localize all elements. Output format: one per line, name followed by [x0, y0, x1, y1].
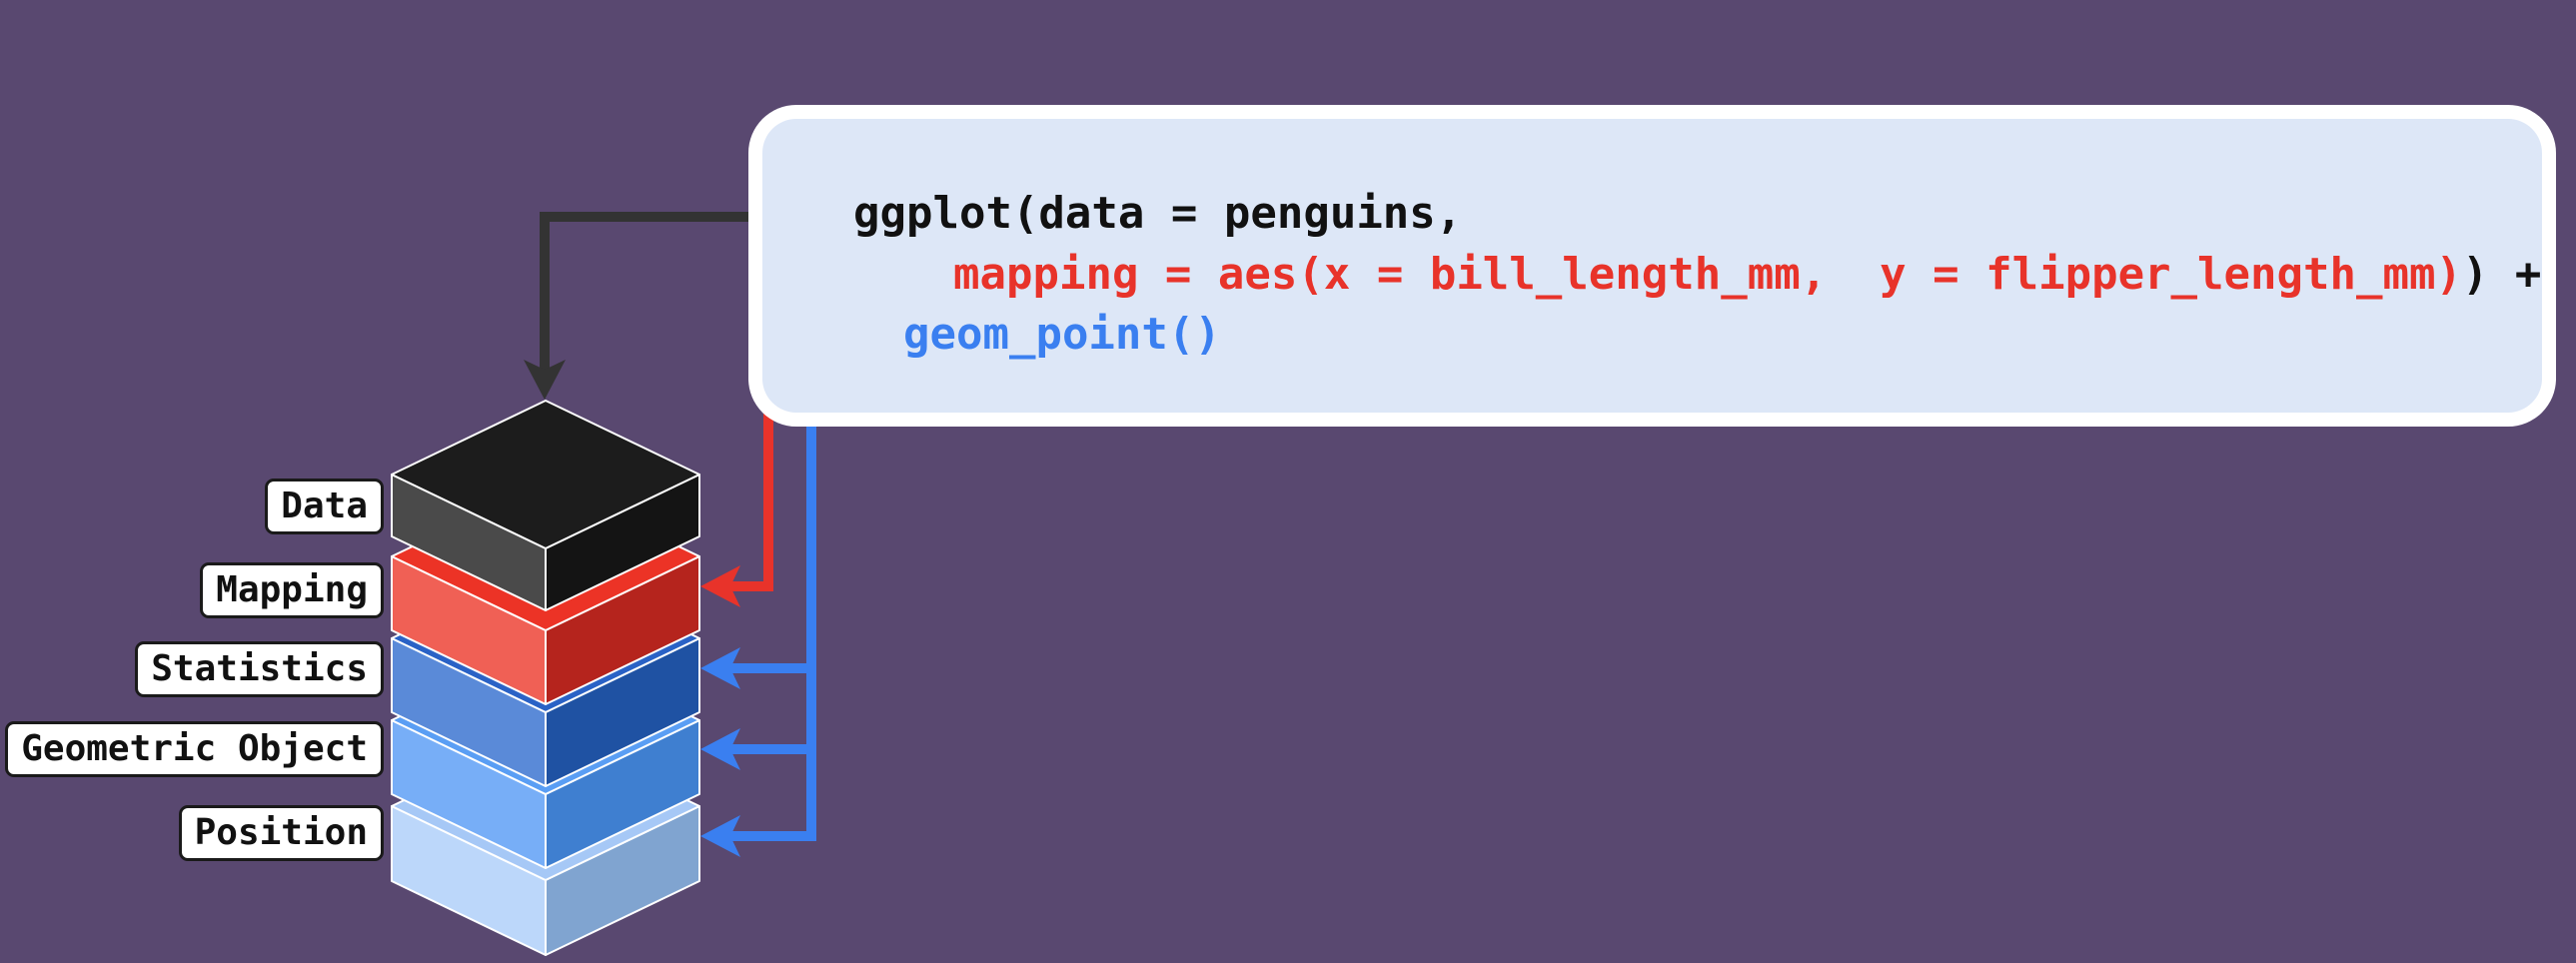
code-line-geom-point: geom_point()	[903, 309, 1221, 360]
layer-label-mapping: Mapping	[200, 562, 384, 618]
code-line-ggplot: ggplot(data = penguins,	[853, 188, 1463, 239]
layer-label-statistics: Statistics	[135, 641, 384, 697]
mapping-code: mapping = aes(x = bill_length_mm, y = fl…	[953, 249, 2462, 300]
layer-label-data: Data	[265, 479, 384, 534]
code-line-mapping: mapping = aes(x = bill_length_mm, y = fl…	[953, 245, 2541, 305]
mapping-code-tail: ) +	[2461, 249, 2542, 300]
layer-stack	[391, 400, 700, 956]
layer-label-position: Position	[178, 805, 384, 861]
layer-label-geometric-object: Geometric Object	[5, 721, 384, 777]
